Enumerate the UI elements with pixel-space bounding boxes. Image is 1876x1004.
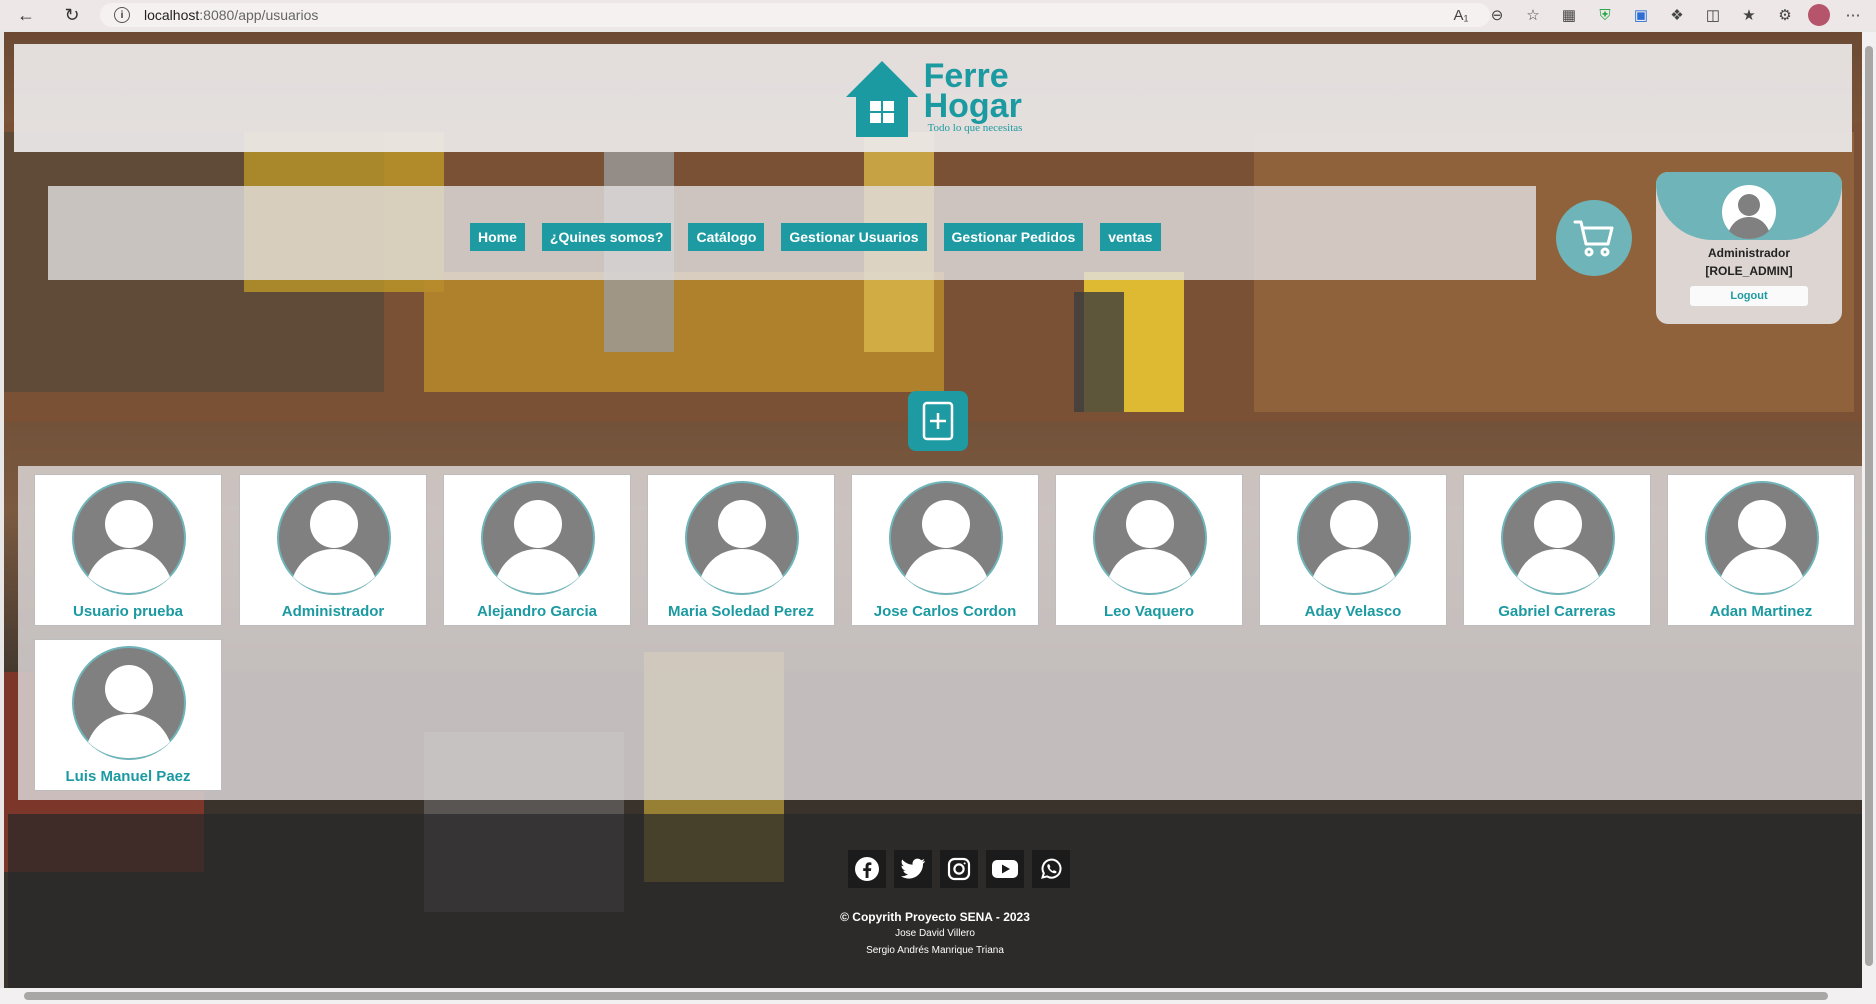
nav-catalog[interactable]: Catálogo bbox=[688, 223, 765, 251]
shopping-cart-icon bbox=[1573, 220, 1614, 257]
user-avatar-icon bbox=[277, 481, 391, 595]
account-avatar-icon bbox=[1722, 185, 1776, 239]
user-avatar-icon bbox=[1501, 481, 1615, 595]
user-card[interactable]: Aday Velasco bbox=[1259, 474, 1447, 626]
screen-extension-icon[interactable]: ▣ bbox=[1628, 3, 1654, 27]
logout-button[interactable]: Logout bbox=[1690, 286, 1808, 306]
user-name: Jose Carlos Cordon bbox=[873, 603, 1017, 620]
nav-manage-users[interactable]: Gestionar Usuarios bbox=[781, 223, 927, 251]
user-avatar-icon bbox=[481, 481, 595, 595]
url-path: :8080/app/usuarios bbox=[199, 7, 319, 23]
brand-tagline: Todo lo que necesitas bbox=[927, 122, 1023, 134]
vertical-scrollbar[interactable] bbox=[1862, 32, 1876, 988]
twitter-icon[interactable] bbox=[894, 850, 932, 888]
header-banner: Ferre Hogar Todo lo que necesitas bbox=[14, 44, 1852, 152]
user-card[interactable]: Administrador bbox=[239, 474, 427, 626]
profile-avatar-icon[interactable] bbox=[1808, 4, 1830, 26]
horizontal-scrollbar[interactable] bbox=[0, 988, 1876, 1004]
user-name: Adan Martinez bbox=[1709, 603, 1813, 620]
user-name: Maria Soledad Perez bbox=[668, 603, 814, 620]
main-nav: Home ¿Quines somos? Catálogo Gestionar U… bbox=[470, 223, 1161, 251]
user-avatar-icon bbox=[72, 646, 186, 760]
ferrehogar-logo[interactable]: Ferre Hogar Todo lo que necesitas bbox=[844, 57, 1023, 139]
favorite-star-icon[interactable]: ☆ bbox=[1520, 3, 1546, 27]
user-card[interactable]: Alejandro Garcia bbox=[443, 474, 631, 626]
user-card[interactable]: Usuario prueba bbox=[34, 474, 222, 626]
nav-about[interactable]: ¿Quines somos? bbox=[541, 223, 672, 251]
user-card[interactable]: Gabriel Carreras bbox=[1463, 474, 1651, 626]
instagram-icon[interactable] bbox=[940, 850, 978, 888]
user-name: Luis Manuel Paez bbox=[65, 768, 191, 785]
user-card[interactable]: Jose Carlos Cordon bbox=[851, 474, 1039, 626]
user-name: Leo Vaquero bbox=[1103, 603, 1195, 620]
extension-icon[interactable]: ▦ bbox=[1556, 3, 1582, 27]
social-links bbox=[848, 850, 1070, 888]
user-avatar-icon bbox=[72, 481, 186, 595]
nav-home[interactable]: Home bbox=[470, 223, 525, 251]
user-avatar-icon bbox=[1093, 481, 1207, 595]
back-icon[interactable]: ← bbox=[12, 1, 40, 29]
user-card[interactable]: Leo Vaquero bbox=[1055, 474, 1243, 626]
shield-extension-icon[interactable]: ⛨ bbox=[1592, 3, 1618, 27]
user-name: Administrador bbox=[281, 603, 385, 620]
user-avatar-icon bbox=[685, 481, 799, 595]
footer-author-2: Sergio Andrés Manrique Triana bbox=[866, 945, 1004, 956]
nav-panel: Home ¿Quines somos? Catálogo Gestionar U… bbox=[48, 186, 1536, 280]
nav-sales[interactable]: ventas bbox=[1100, 223, 1161, 251]
user-card[interactable]: Adan Martinez bbox=[1667, 474, 1855, 626]
youtube-icon[interactable] bbox=[986, 850, 1024, 888]
account-role: [ROLE_ADMIN] bbox=[1705, 264, 1793, 278]
house-logo-icon bbox=[845, 61, 918, 137]
user-card[interactable]: Maria Soledad Perez bbox=[647, 474, 835, 626]
read-aloud-icon[interactable]: A₁ bbox=[1448, 3, 1474, 27]
user-name: Aday Velasco bbox=[1304, 603, 1402, 620]
account-card: Administrador [ROLE_ADMIN] Logout bbox=[1656, 172, 1842, 324]
users-panel: Usuario prueba Administrador Alejandro G… bbox=[18, 466, 1862, 800]
user-name: Usuario prueba bbox=[72, 603, 184, 620]
brand-line-2: Hogar bbox=[923, 87, 1022, 125]
more-menu-icon[interactable]: ⋯ bbox=[1840, 3, 1866, 27]
user-card[interactable]: Luis Manuel Paez bbox=[34, 639, 222, 791]
favorites-icon[interactable]: ★ bbox=[1736, 3, 1762, 27]
extensions-puzzle-icon[interactable]: ❖ bbox=[1664, 3, 1690, 27]
facebook-icon[interactable] bbox=[848, 850, 886, 888]
address-bar[interactable]: i localhost:8080/app/usuarios bbox=[100, 3, 1490, 27]
page-viewport: Ferre Hogar Todo lo que necesitas Home ¿… bbox=[4, 32, 1862, 988]
whatsapp-icon[interactable] bbox=[1032, 850, 1070, 888]
account-name: Administrador bbox=[1707, 246, 1790, 260]
cart-button[interactable] bbox=[1556, 200, 1632, 276]
browser-toolbar: ← ↻ i localhost:8080/app/usuarios A₁ ⊖ ☆… bbox=[0, 0, 1876, 30]
add-user-button[interactable] bbox=[908, 391, 968, 451]
performance-icon[interactable]: ⚙ bbox=[1772, 3, 1798, 27]
user-name: Gabriel Carreras bbox=[1498, 603, 1616, 620]
url-host: localhost bbox=[144, 7, 200, 23]
zoom-out-icon[interactable]: ⊖ bbox=[1484, 3, 1510, 27]
footer-author-1: Jose David Villero bbox=[895, 928, 975, 939]
site-info-icon[interactable]: i bbox=[114, 7, 130, 23]
user-name: Alejandro Garcia bbox=[476, 603, 598, 620]
horizontal-scrollbar-thumb[interactable] bbox=[24, 992, 1828, 1000]
reload-icon[interactable]: ↻ bbox=[58, 1, 86, 29]
vertical-scrollbar-thumb[interactable] bbox=[1865, 46, 1873, 966]
footer-copyright: © Copyrith Proyecto SENA - 2023 bbox=[840, 910, 1030, 924]
nav-manage-orders[interactable]: Gestionar Pedidos bbox=[943, 223, 1084, 251]
add-file-icon bbox=[922, 401, 954, 441]
user-avatar-icon bbox=[1705, 481, 1819, 595]
footer: © Copyrith Proyecto SENA - 2023 Jose Dav… bbox=[8, 814, 1862, 988]
user-avatar-icon bbox=[889, 481, 1003, 595]
user-avatar-icon bbox=[1297, 481, 1411, 595]
split-screen-icon[interactable]: ◫ bbox=[1700, 3, 1726, 27]
